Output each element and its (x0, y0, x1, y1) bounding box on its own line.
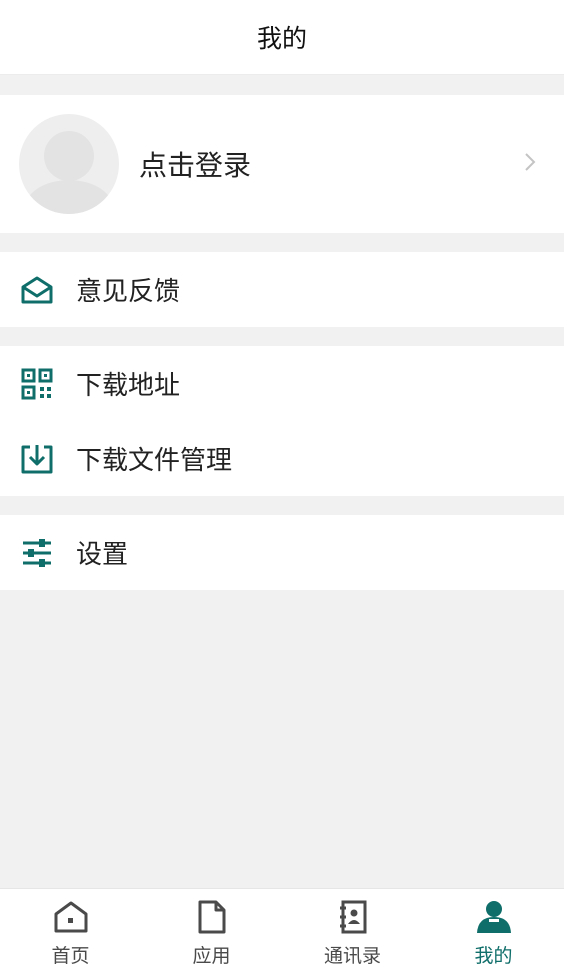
home-icon (51, 897, 91, 937)
sliders-icon (20, 536, 54, 570)
page-title: 我的 (256, 24, 307, 53)
menu-label-settings: 设置 (76, 540, 129, 570)
envelope-open-icon (20, 273, 54, 307)
contacts-book-icon (333, 897, 373, 937)
download-tray-icon (20, 442, 54, 476)
top-bar: 我的 (0, 0, 564, 75)
tab-home[interactable]: 首页 (0, 889, 141, 971)
bottom-tab-bar: 首页 应用 通讯录 我的 (0, 888, 564, 971)
menu-label-feedback: 意见反馈 (76, 277, 181, 307)
menu-label-download-files: 下载文件管理 (76, 446, 233, 476)
menu-item-feedback[interactable]: 意见反馈 (0, 252, 564, 327)
tab-label-mine: 我的 (474, 945, 513, 967)
avatar (19, 114, 119, 214)
menu-group-download: 下载地址 下载文件管理 (0, 346, 564, 496)
tab-label-home: 首页 (51, 945, 90, 967)
chevron-right-icon (525, 153, 536, 171)
qr-code-icon (20, 367, 54, 401)
document-icon (192, 897, 232, 937)
menu-label-download-address: 下载地址 (76, 371, 181, 401)
login-card[interactable]: 点击登录 (0, 95, 564, 233)
tab-mine[interactable]: 我的 (423, 889, 564, 971)
tab-label-contacts: 通讯录 (323, 945, 381, 967)
menu-item-settings[interactable]: 设置 (0, 515, 564, 590)
user-icon (474, 897, 514, 937)
menu-group-feedback: 意见反馈 (0, 252, 564, 327)
menu-group-settings: 设置 (0, 515, 564, 590)
tab-label-apps: 应用 (192, 945, 231, 967)
menu-item-download-files[interactable]: 下载文件管理 (0, 421, 564, 496)
tab-contacts[interactable]: 通讯录 (282, 889, 423, 971)
login-label: 点击登录 (139, 149, 252, 182)
tab-apps[interactable]: 应用 (141, 889, 282, 971)
menu-item-download-address[interactable]: 下载地址 (0, 346, 564, 421)
